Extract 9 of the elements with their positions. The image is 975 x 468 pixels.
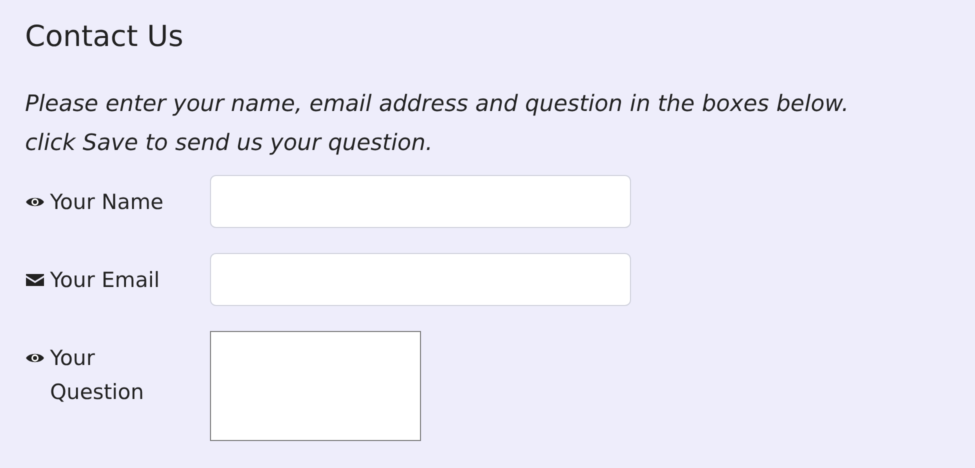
email-field[interactable] [210, 252, 631, 306]
envelope-icon [25, 272, 45, 288]
question-textarea[interactable] [210, 330, 421, 441]
field-label: Your Question [50, 344, 145, 406]
field-label: Your Name [50, 188, 164, 216]
name-field[interactable] [210, 174, 631, 228]
page-title: Contact Us [25, 19, 184, 54]
instructions-text: Please enter your name, email address and question in the boxes below. click Save to send us your question. [25, 90, 850, 158]
field-label: Your Email [50, 266, 160, 294]
